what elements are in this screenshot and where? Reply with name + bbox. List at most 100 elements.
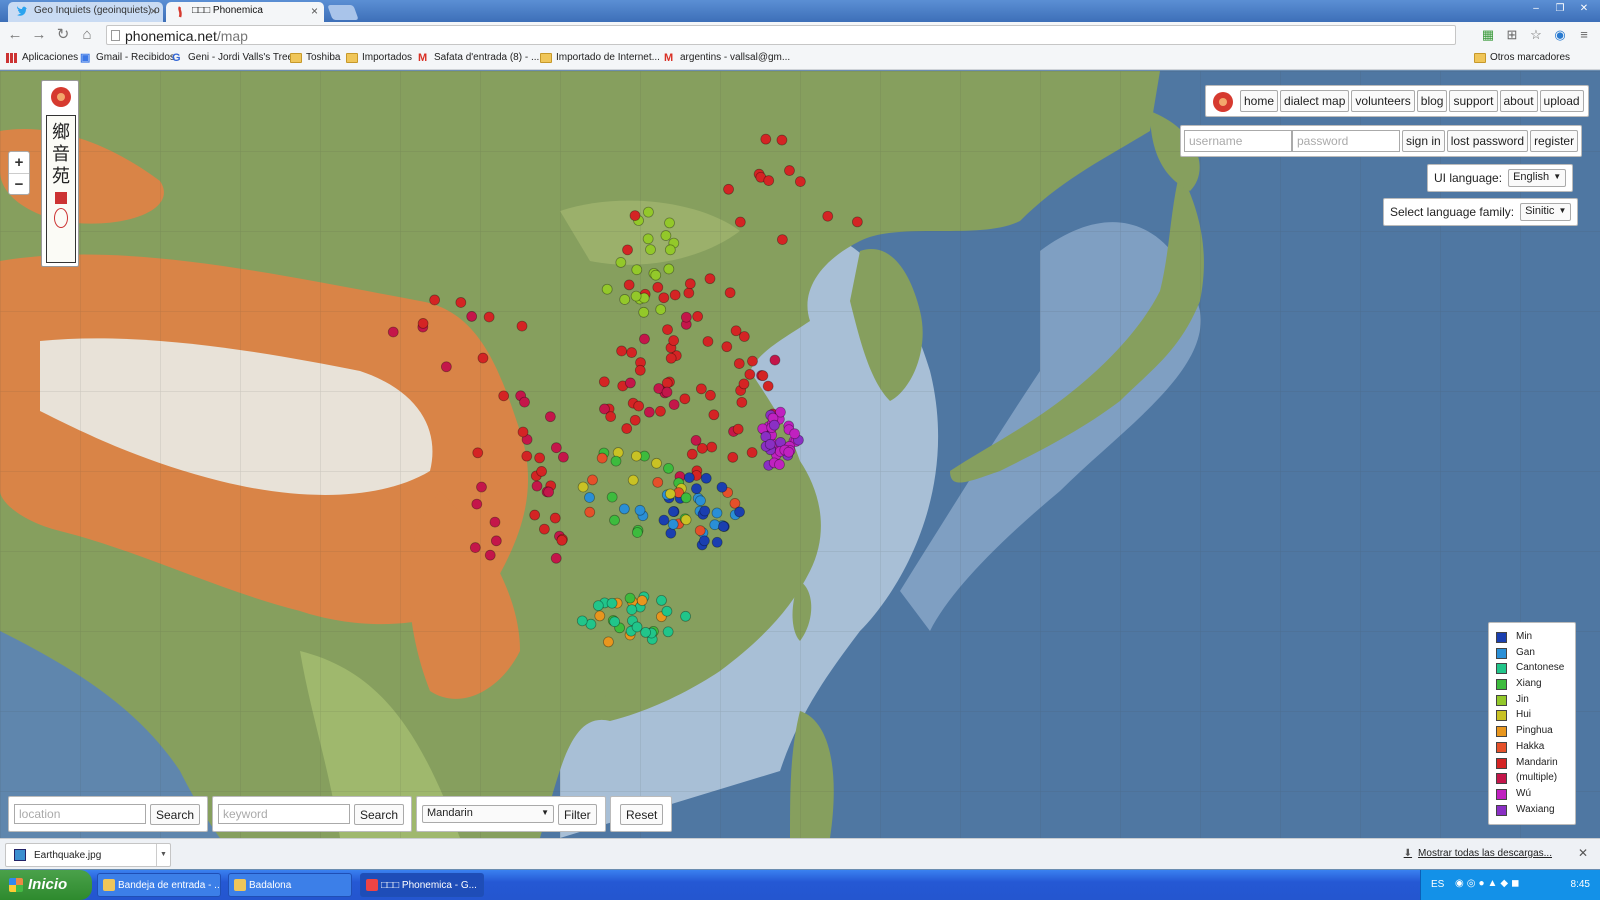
chevron-down-icon[interactable]: ▼ <box>156 844 170 866</box>
sign-in-button[interactable]: sign in <box>1402 130 1445 152</box>
bookmark-item[interactable]: Toshiba <box>290 52 340 63</box>
dialect-point[interactable] <box>662 626 674 638</box>
dialect-point[interactable] <box>680 610 691 622</box>
dialect-point[interactable] <box>498 390 510 402</box>
translate-icon[interactable]: ⊞ <box>1504 27 1520 43</box>
dialect-map[interactable]: + − 鄉 音 苑 home dialect map volunteers bl… <box>0 71 1600 838</box>
dialect-point[interactable] <box>664 488 676 500</box>
dialect-point[interactable] <box>627 474 639 486</box>
filter-button[interactable]: Filter <box>558 803 597 825</box>
dialect-point[interactable] <box>625 377 636 389</box>
dialect-point[interactable] <box>658 514 670 526</box>
dialect-point[interactable] <box>711 507 723 519</box>
dialect-point[interactable] <box>606 597 618 609</box>
dialect-point[interactable] <box>440 361 452 373</box>
dialect-point[interactable] <box>784 165 795 176</box>
dialect-point[interactable] <box>789 428 801 440</box>
nav-dialect-map[interactable]: dialect map <box>1280 90 1350 112</box>
dialect-point[interactable] <box>664 244 676 256</box>
close-window-icon[interactable]: ✕ <box>1574 2 1594 16</box>
start-button[interactable]: Inicio <box>0 870 92 900</box>
bookmark-item[interactable]: Margentins - vallsal@gm... <box>664 52 790 64</box>
dialect-point[interactable] <box>732 423 744 435</box>
dialect-point[interactable] <box>692 311 704 322</box>
dialect-point[interactable] <box>652 476 664 488</box>
dialect-point[interactable] <box>652 281 664 293</box>
dialect-point[interactable] <box>550 552 562 564</box>
dialect-point[interactable] <box>601 283 613 295</box>
dialect-point[interactable] <box>618 503 630 515</box>
dialect-point[interactable] <box>733 358 745 369</box>
tab-phonemica[interactable]: □□□ Phonemica × <box>166 2 324 22</box>
dialect-point[interactable] <box>471 498 483 510</box>
dialect-point[interactable] <box>679 393 691 405</box>
nav-support[interactable]: support <box>1449 90 1498 112</box>
dialect-point[interactable] <box>626 604 638 616</box>
dialect-point[interactable] <box>747 355 758 367</box>
extension-map-icon[interactable]: ▦ <box>1480 27 1496 43</box>
dialect-point[interactable] <box>639 333 650 345</box>
dialect-point[interactable] <box>616 345 627 357</box>
dialect-point[interactable] <box>429 294 441 306</box>
bookmark-star-icon[interactable]: ☆ <box>1528 27 1544 43</box>
dialect-point[interactable] <box>609 616 621 628</box>
dialect-point[interactable] <box>694 525 706 537</box>
nav-home[interactable]: home <box>1240 90 1279 112</box>
dialect-point[interactable] <box>851 216 863 228</box>
dialect-point[interactable] <box>584 506 596 518</box>
dialect-point[interactable] <box>634 504 646 516</box>
dialect-point[interactable] <box>702 336 714 347</box>
dialect-point[interactable] <box>577 481 589 493</box>
dialect-point[interactable] <box>631 264 643 276</box>
dialect-point[interactable] <box>538 523 550 535</box>
dialect-point[interactable] <box>634 364 646 376</box>
dialect-point[interactable] <box>469 542 481 553</box>
dialect-point[interactable] <box>746 447 758 458</box>
dialect-point[interactable] <box>661 386 673 398</box>
dialect-point[interactable] <box>757 370 769 382</box>
dialect-point[interactable] <box>606 491 618 503</box>
dialect-point[interactable] <box>516 320 528 332</box>
dialect-point[interactable] <box>592 600 604 612</box>
zoom-out-button[interactable]: − <box>9 173 29 194</box>
dialect-point[interactable] <box>711 536 723 548</box>
dialect-point[interactable] <box>610 455 622 467</box>
minimize-icon[interactable]: – <box>1526 2 1546 16</box>
bookmark-item[interactable]: M Safata d'entrada (8) - ... <box>418 52 539 64</box>
username-input[interactable] <box>1184 130 1292 152</box>
dialect-point[interactable] <box>651 457 662 469</box>
dialect-point[interactable] <box>630 290 642 302</box>
dialect-point[interactable] <box>531 480 543 492</box>
site-logo-banner[interactable]: 鄉 音 苑 <box>41 80 79 267</box>
close-icon[interactable]: ✕ <box>1578 846 1588 860</box>
home-icon[interactable]: ⌂ <box>78 26 96 44</box>
dialect-point[interactable] <box>489 516 501 528</box>
dialect-point[interactable] <box>517 426 529 438</box>
dialect-point[interactable] <box>633 400 645 412</box>
dialect-point[interactable] <box>776 134 788 146</box>
dialect-point[interactable] <box>658 292 670 304</box>
input-language[interactable]: ES <box>1431 879 1444 890</box>
dialect-point[interactable] <box>668 335 680 346</box>
dialect-point[interactable] <box>603 636 614 648</box>
dialect-point[interactable] <box>645 244 656 256</box>
dialect-point[interactable] <box>774 459 785 470</box>
taskbar-item-mail[interactable]: Bandeja de entrada - ... <box>97 873 221 897</box>
bookmark-item[interactable]: Importado de Internet... <box>540 52 660 63</box>
dialect-point[interactable] <box>576 615 588 627</box>
dialect-point[interactable] <box>699 505 711 517</box>
dialect-point[interactable] <box>736 396 748 408</box>
location-input[interactable] <box>14 804 146 824</box>
dialect-point[interactable] <box>536 466 547 477</box>
dialect-point[interactable] <box>661 377 673 389</box>
nav-volunteers[interactable]: volunteers <box>1351 90 1415 112</box>
show-all-downloads-link[interactable]: Mostrar todas las descargas... <box>1404 848 1552 859</box>
dialect-point[interactable] <box>764 438 776 450</box>
dialect-point[interactable] <box>691 483 702 495</box>
dialect-point[interactable] <box>662 324 673 335</box>
reload-icon[interactable]: ↻ <box>54 26 72 44</box>
dialect-point[interactable] <box>680 514 692 526</box>
dialect-point[interactable] <box>663 263 675 275</box>
dialect-point[interactable] <box>760 133 772 145</box>
dialect-point[interactable] <box>619 294 631 305</box>
